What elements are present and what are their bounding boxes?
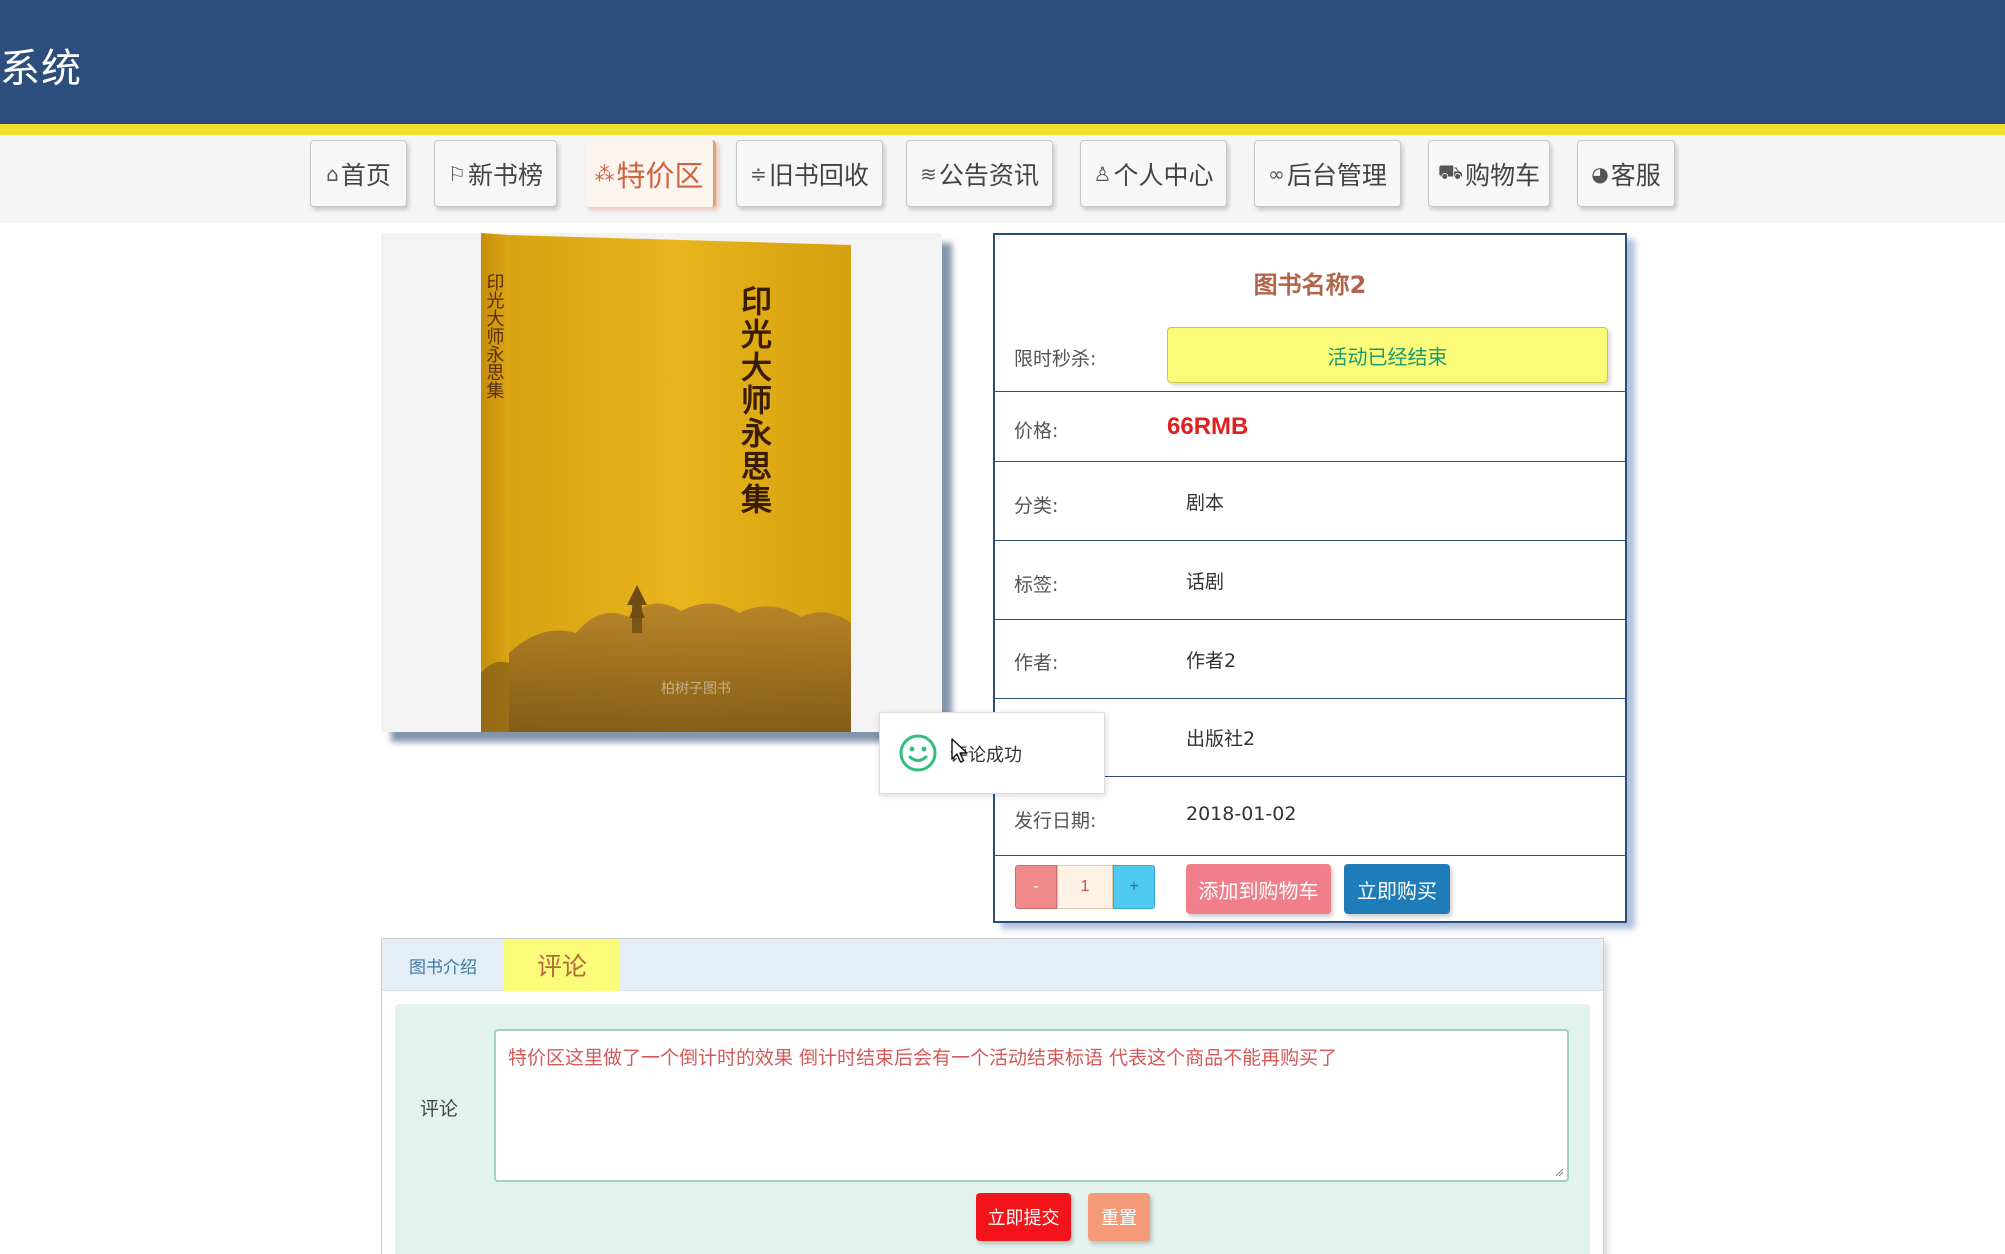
- nav-item-home[interactable]: ⌂ 首页: [310, 140, 407, 207]
- flag-icon: ⚐: [448, 161, 466, 186]
- layers-icon: ≋: [920, 161, 937, 186]
- nav-item-new-books[interactable]: ⚐ 新书榜: [434, 140, 557, 207]
- submit-review-button[interactable]: 立即提交: [976, 1193, 1071, 1241]
- nav-item-label: 特价区: [616, 158, 704, 193]
- book-cover-image: 印光大师永思集 印光大师永思集 柏树子图书: [481, 233, 851, 732]
- user-icon: ♙: [1093, 161, 1112, 186]
- grid-icon: ⁂: [594, 161, 615, 186]
- resize-handle-icon[interactable]: [1554, 1167, 1564, 1177]
- smile-icon: [899, 734, 937, 772]
- quantity-input[interactable]: 1: [1057, 865, 1113, 909]
- tag-value: 话剧: [1186, 571, 1225, 593]
- row-divider: [995, 540, 1625, 541]
- nav-item-profile[interactable]: ♙ 个人中心: [1080, 140, 1227, 207]
- date-value: 2018-01-02: [1186, 803, 1297, 825]
- review-form: 评论 特价区这里做了一个倒计时的效果 倒计时结束后会有一个活动结束标语 代表这个…: [395, 1004, 1590, 1254]
- nav-item-label: 客服: [1610, 160, 1661, 190]
- header-stripe: [0, 124, 2005, 135]
- nav-item-admin[interactable]: ∞ 后台管理: [1254, 140, 1401, 207]
- tab-header: 图书介绍 评论: [382, 939, 1603, 991]
- publisher-value: 出版社2: [1186, 728, 1256, 750]
- mouse-cursor-icon: [951, 738, 968, 763]
- row-divider: [995, 698, 1625, 699]
- sliders-icon: ≑: [750, 161, 767, 186]
- nav-item-label: 购物车: [1465, 160, 1541, 190]
- nav-item-label: 个人中心: [1113, 160, 1214, 190]
- date-label: 发行日期:: [1014, 810, 1097, 832]
- site-title: 系统: [0, 46, 82, 92]
- link-icon: ∞: [1268, 161, 1285, 186]
- nav-item-news[interactable]: ≋ 公告资讯: [906, 140, 1053, 207]
- review-textarea[interactable]: 特价区这里做了一个倒计时的效果 倒计时结束后会有一个活动结束标语 代表这个商品不…: [494, 1029, 1569, 1182]
- nav-item-label: 首页: [340, 160, 391, 190]
- author-value: 作者2: [1186, 650, 1237, 672]
- author-label: 作者:: [1014, 652, 1059, 674]
- row-divider: [995, 461, 1625, 462]
- support-icon: ◕: [1591, 161, 1609, 186]
- review-textarea-content: 特价区这里做了一个倒计时的效果 倒计时结束后会有一个活动结束标语 代表这个商品不…: [508, 1047, 1338, 1069]
- nav-item-cart[interactable]: ⛟ 购物车: [1428, 140, 1550, 207]
- flash-sale-label: 限时秒杀:: [1014, 348, 1097, 370]
- nav-item-label: 后台管理: [1286, 160, 1387, 190]
- cover-spine-title: 印光大师永思集: [484, 273, 505, 399]
- price-value: 66RMB: [1167, 413, 1249, 440]
- success-toast: 评论成功: [879, 712, 1105, 794]
- book-title: 图书名称2: [1253, 271, 1367, 299]
- category-label: 分类:: [1014, 495, 1059, 517]
- cover-title: 印光大师永思集: [735, 285, 773, 516]
- nav-item-used-books[interactable]: ≑ 旧书回收: [736, 140, 883, 207]
- category-value: 剧本: [1186, 492, 1225, 514]
- nav-item-specials[interactable]: ⁂ 特价区: [585, 140, 716, 207]
- reset-button[interactable]: 重置: [1088, 1193, 1150, 1241]
- nav-item-support[interactable]: ◕ 客服: [1577, 140, 1675, 207]
- nav-item-label: 新书榜: [467, 160, 543, 190]
- tab-review[interactable]: 评论: [504, 939, 620, 991]
- buy-now-button[interactable]: 立即购买: [1344, 864, 1450, 914]
- price-label: 价格:: [1014, 420, 1059, 442]
- flash-sale-status: 活动已经结束: [1167, 327, 1608, 383]
- site-header: 系统: [0, 0, 2005, 124]
- tabs-card: 图书介绍 评论 评论 特价区这里做了一个倒计时的效果 倒计时结束后会有一个活动结…: [381, 938, 1604, 1254]
- book-info-panel: 图书名称2 限时秒杀: 活动已经结束 价格: 66RMB 分类: 剧本 标签: …: [993, 233, 1627, 923]
- home-icon: ⌂: [326, 161, 339, 186]
- cart-icon: ⛟: [1437, 160, 1464, 184]
- quantity-increment-button[interactable]: +: [1113, 865, 1155, 909]
- book-image-card: 印光大师永思集 印光大师永思集 柏树子图书: [381, 233, 942, 732]
- row-divider: [995, 855, 1625, 856]
- nav-item-label: 旧书回收: [768, 160, 869, 190]
- review-label: 评论: [420, 1098, 459, 1120]
- add-to-cart-button[interactable]: 添加到购物车: [1186, 864, 1331, 914]
- tab-book-intro[interactable]: 图书介绍: [382, 939, 504, 991]
- quantity-decrement-button[interactable]: -: [1015, 865, 1057, 909]
- tag-label: 标签:: [1014, 574, 1059, 596]
- cover-watermark: 柏树子图书: [661, 681, 731, 697]
- row-divider: [995, 391, 1625, 392]
- row-divider: [995, 619, 1625, 620]
- nav-item-label: 公告资讯: [938, 160, 1039, 190]
